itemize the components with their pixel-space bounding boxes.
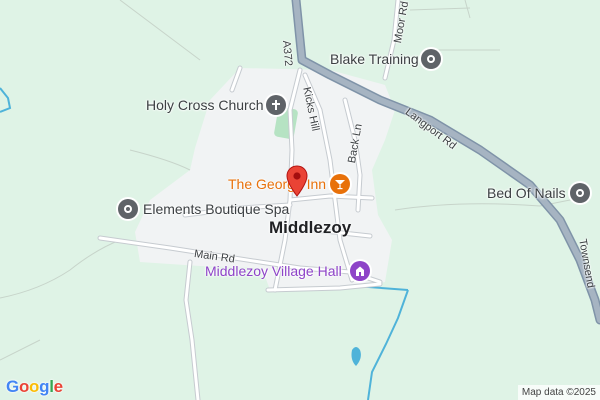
google-logo-letter: e [53,377,63,396]
place-label-the-george-inn[interactable]: The George Inn [228,176,326,192]
map-marker-icon[interactable] [286,165,308,197]
google-logo-text: Google [6,377,63,396]
cocktail-icon[interactable] [330,174,350,194]
place-label-blake-training[interactable]: Blake Training [330,51,419,67]
location-pin-icon[interactable] [118,199,138,219]
town-label: Middlezoy [269,218,352,237]
google-logo-letter: o [29,377,40,396]
google-logo-letter: g [39,377,50,396]
location-pin-icon[interactable] [570,183,590,203]
place-label-middlezoy-village-hall[interactable]: Middlezoy Village Hall [205,263,342,279]
church-icon[interactable] [266,95,286,115]
road-label-a372: A372 [280,40,295,67]
map-view[interactable]: A372 Moor Rd Kicks Hill Back Ln Langport… [0,0,600,400]
google-logo[interactable]: Google [6,377,63,397]
building-icon[interactable] [350,261,370,281]
place-label-elements-boutique-spa[interactable]: Elements Boutique Spa [143,201,289,217]
location-pin-icon[interactable] [421,49,441,69]
google-logo-letter: o [18,377,30,396]
google-logo-letter: G [6,377,19,396]
place-label-holy-cross-church[interactable]: Holy Cross Church [146,97,263,113]
map-attribution[interactable]: Map data ©2025 [517,385,600,400]
place-label-bed-of-nails[interactable]: Bed Of Nails [487,185,566,201]
